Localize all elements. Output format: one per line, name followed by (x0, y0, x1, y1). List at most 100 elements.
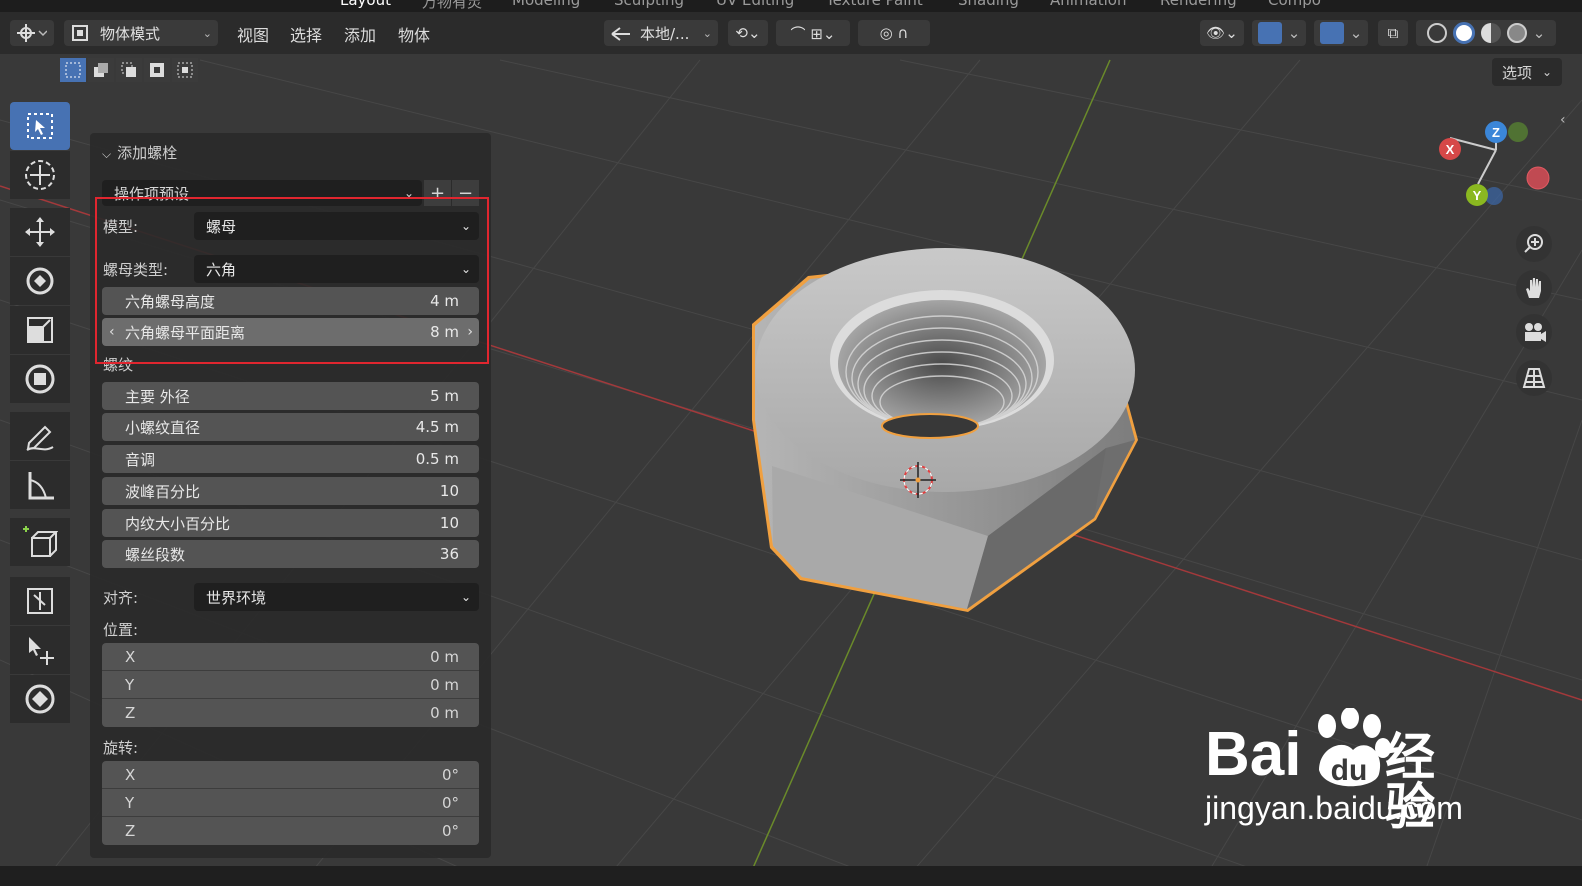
decrement-arrow-icon[interactable]: ‹ (109, 324, 115, 340)
select-intersect-icon[interactable] (172, 58, 198, 82)
tab-modeling[interactable]: Modeling (512, 0, 580, 9)
hex-nut-height-field[interactable]: 六角螺母高度 4 m (102, 287, 479, 315)
move-tool[interactable] (10, 208, 70, 256)
select-new-icon[interactable] (60, 58, 86, 82)
shading-modes: ⌄ (1416, 20, 1556, 46)
location-z-field[interactable]: Z 0 m (102, 699, 479, 727)
location-x-field[interactable]: X 0 m (102, 643, 479, 671)
move-icon (25, 217, 55, 247)
chevron-down-icon: ⌄ (1542, 65, 1553, 79)
align-dropdown[interactable]: 世界环境 ⌄ (194, 583, 479, 611)
gizmo-toggle-icon[interactable]: ⌄ (1252, 20, 1306, 46)
solid-shading-icon[interactable] (1452, 22, 1475, 44)
field-label: 主要 外径 (125, 387, 190, 406)
tab-layout[interactable]: Layout (340, 0, 391, 9)
field-value: 0.5 m (415, 450, 459, 468)
xray-icon[interactable]: ⧉ (1378, 20, 1408, 46)
snap-tool[interactable] (10, 675, 70, 723)
options-dropdown[interactable]: 选项 ⌄ (1492, 58, 1562, 86)
snap-tool-icon (25, 684, 55, 714)
menu-view[interactable]: 视图 (237, 22, 269, 46)
tab-sculpting[interactable]: Sculpting (614, 0, 684, 9)
rotation-x-field[interactable]: X 0° (102, 761, 479, 789)
gizmo-z-label: Z (1492, 125, 1500, 140)
chevron-down-icon[interactable]: ⌄ (1533, 24, 1546, 42)
field-value: 36 (439, 545, 459, 563)
rotation-y-field[interactable]: Y 0° (102, 789, 479, 817)
location-y-field[interactable]: Y 0 m (102, 671, 479, 699)
orientation-icon (611, 27, 630, 41)
camera-view-button[interactable] (1516, 314, 1552, 350)
hex-nut-flat-distance-field[interactable]: ‹ 六角螺母平面距离 8 m › (102, 318, 479, 346)
field-label: 六角螺母高度 (125, 292, 216, 311)
transform-orientation-dropdown[interactable]: 本地/... ⌄ (604, 20, 718, 46)
tab-texture-paint[interactable]: Texture Paint (826, 0, 923, 9)
select-box-tool[interactable] (10, 102, 70, 150)
tab-uv-editing[interactable]: UV Editing (716, 0, 794, 9)
navigation-gizmo[interactable]: X Z Y (1428, 112, 1558, 212)
tab-shading[interactable]: Shading (958, 0, 1019, 9)
add-bolt-operator-panel: ⌵ 添加螺栓 操作项预设 ⌄ + − 模型: 螺母 ⌄ 螺母类型: 六角 ⌄ 六角螺母… (90, 133, 491, 858)
preset-row: 操作项预设 ⌄ + − (102, 180, 479, 206)
crest-percent-field[interactable]: 波峰百分比 10 (102, 477, 479, 505)
tab-animation[interactable]: Animation (1050, 0, 1126, 9)
cursor-tool[interactable] (10, 151, 70, 199)
annotate-tool[interactable] (10, 412, 70, 460)
wireframe-shading-icon[interactable] (1426, 23, 1447, 43)
increment-arrow-icon[interactable]: › (467, 324, 473, 340)
menu-select[interactable]: 选择 (290, 22, 322, 46)
model-dropdown[interactable]: 螺母 ⌄ (194, 212, 479, 240)
field-label: 小螺纹直径 (125, 418, 201, 437)
pivot-point-icon[interactable]: ⟲⌄ (728, 20, 768, 46)
measure-icon (28, 472, 54, 500)
scale-tool[interactable] (10, 306, 70, 354)
proportional-edit-icon[interactable]: ◎ ∩ (858, 20, 930, 46)
rendered-shading-icon[interactable] (1506, 23, 1527, 43)
zoom-button[interactable] (1516, 226, 1552, 262)
add-cube-tool[interactable] (10, 518, 70, 566)
major-diameter-field[interactable]: 主要 外径 5 m (102, 382, 479, 410)
menu-add[interactable]: 添加 (344, 22, 376, 46)
move-origin-tool[interactable] (10, 626, 70, 674)
rotate-tool[interactable] (10, 257, 70, 305)
overlays-icon[interactable]: ⌄ (1314, 20, 1368, 46)
field-label: 波峰百分比 (125, 482, 201, 501)
thread-segments-field[interactable]: 螺丝段数 36 (102, 540, 479, 568)
snap-icon[interactable]: ⌒ ⊞⌄ (776, 20, 850, 46)
transform-tool[interactable] (10, 355, 70, 403)
sidebar-toggle-icon[interactable]: ‹ (1560, 112, 1566, 128)
menu-object[interactable]: 物体 (398, 22, 430, 46)
tab-rendering[interactable]: Rendering (1160, 0, 1237, 9)
measure-tool[interactable] (10, 461, 70, 509)
rotation-z-field[interactable]: Z 0° (102, 817, 479, 845)
select-subtract-icon[interactable] (116, 58, 142, 82)
rotation-fields: X 0° Y 0° Z 0° (102, 761, 479, 845)
perspective-toggle-button[interactable] (1516, 360, 1552, 396)
nut-type-dropdown[interactable]: 六角 ⌄ (194, 255, 479, 283)
preset-dropdown[interactable]: 操作项预设 ⌄ (102, 180, 422, 206)
pitch-field[interactable]: 音调 0.5 m (102, 445, 479, 473)
minor-diameter-field[interactable]: 小螺纹直径 4.5 m (102, 413, 479, 441)
pan-button[interactable] (1516, 270, 1552, 306)
remove-preset-button[interactable]: − (452, 180, 479, 206)
material-shading-icon[interactable] (1480, 23, 1501, 43)
root-percent-field[interactable]: 内纹大小百分比 10 (102, 509, 479, 537)
tab-compositing[interactable]: Compo (1268, 0, 1321, 9)
panel-title: 添加螺栓 (117, 144, 178, 162)
shear-tool[interactable] (10, 577, 70, 625)
align-label: 对齐: (103, 589, 139, 607)
panel-header[interactable]: ⌵ 添加螺栓 (102, 142, 177, 163)
axis-value: 0 m (430, 647, 459, 666)
cursor-move-icon (29, 637, 54, 665)
select-invert-icon[interactable] (144, 58, 170, 82)
visibility-icon[interactable]: 👁⌄ (1200, 20, 1244, 46)
object-mode-dropdown[interactable]: 物体模式 ⌄ (64, 20, 218, 46)
axis-value: 0 m (430, 675, 459, 694)
grid-icon (1522, 368, 1546, 388)
workspace-tabs: Layout 万物有灵 Modeling Sculpting UV Editin… (0, 0, 1582, 12)
axis-value: 0° (441, 822, 459, 840)
select-extend-icon[interactable] (88, 58, 114, 82)
editor-type-icon[interactable] (10, 20, 54, 46)
tab-custom[interactable]: 万物有灵 (422, 0, 482, 12)
add-preset-button[interactable]: + (424, 180, 451, 206)
